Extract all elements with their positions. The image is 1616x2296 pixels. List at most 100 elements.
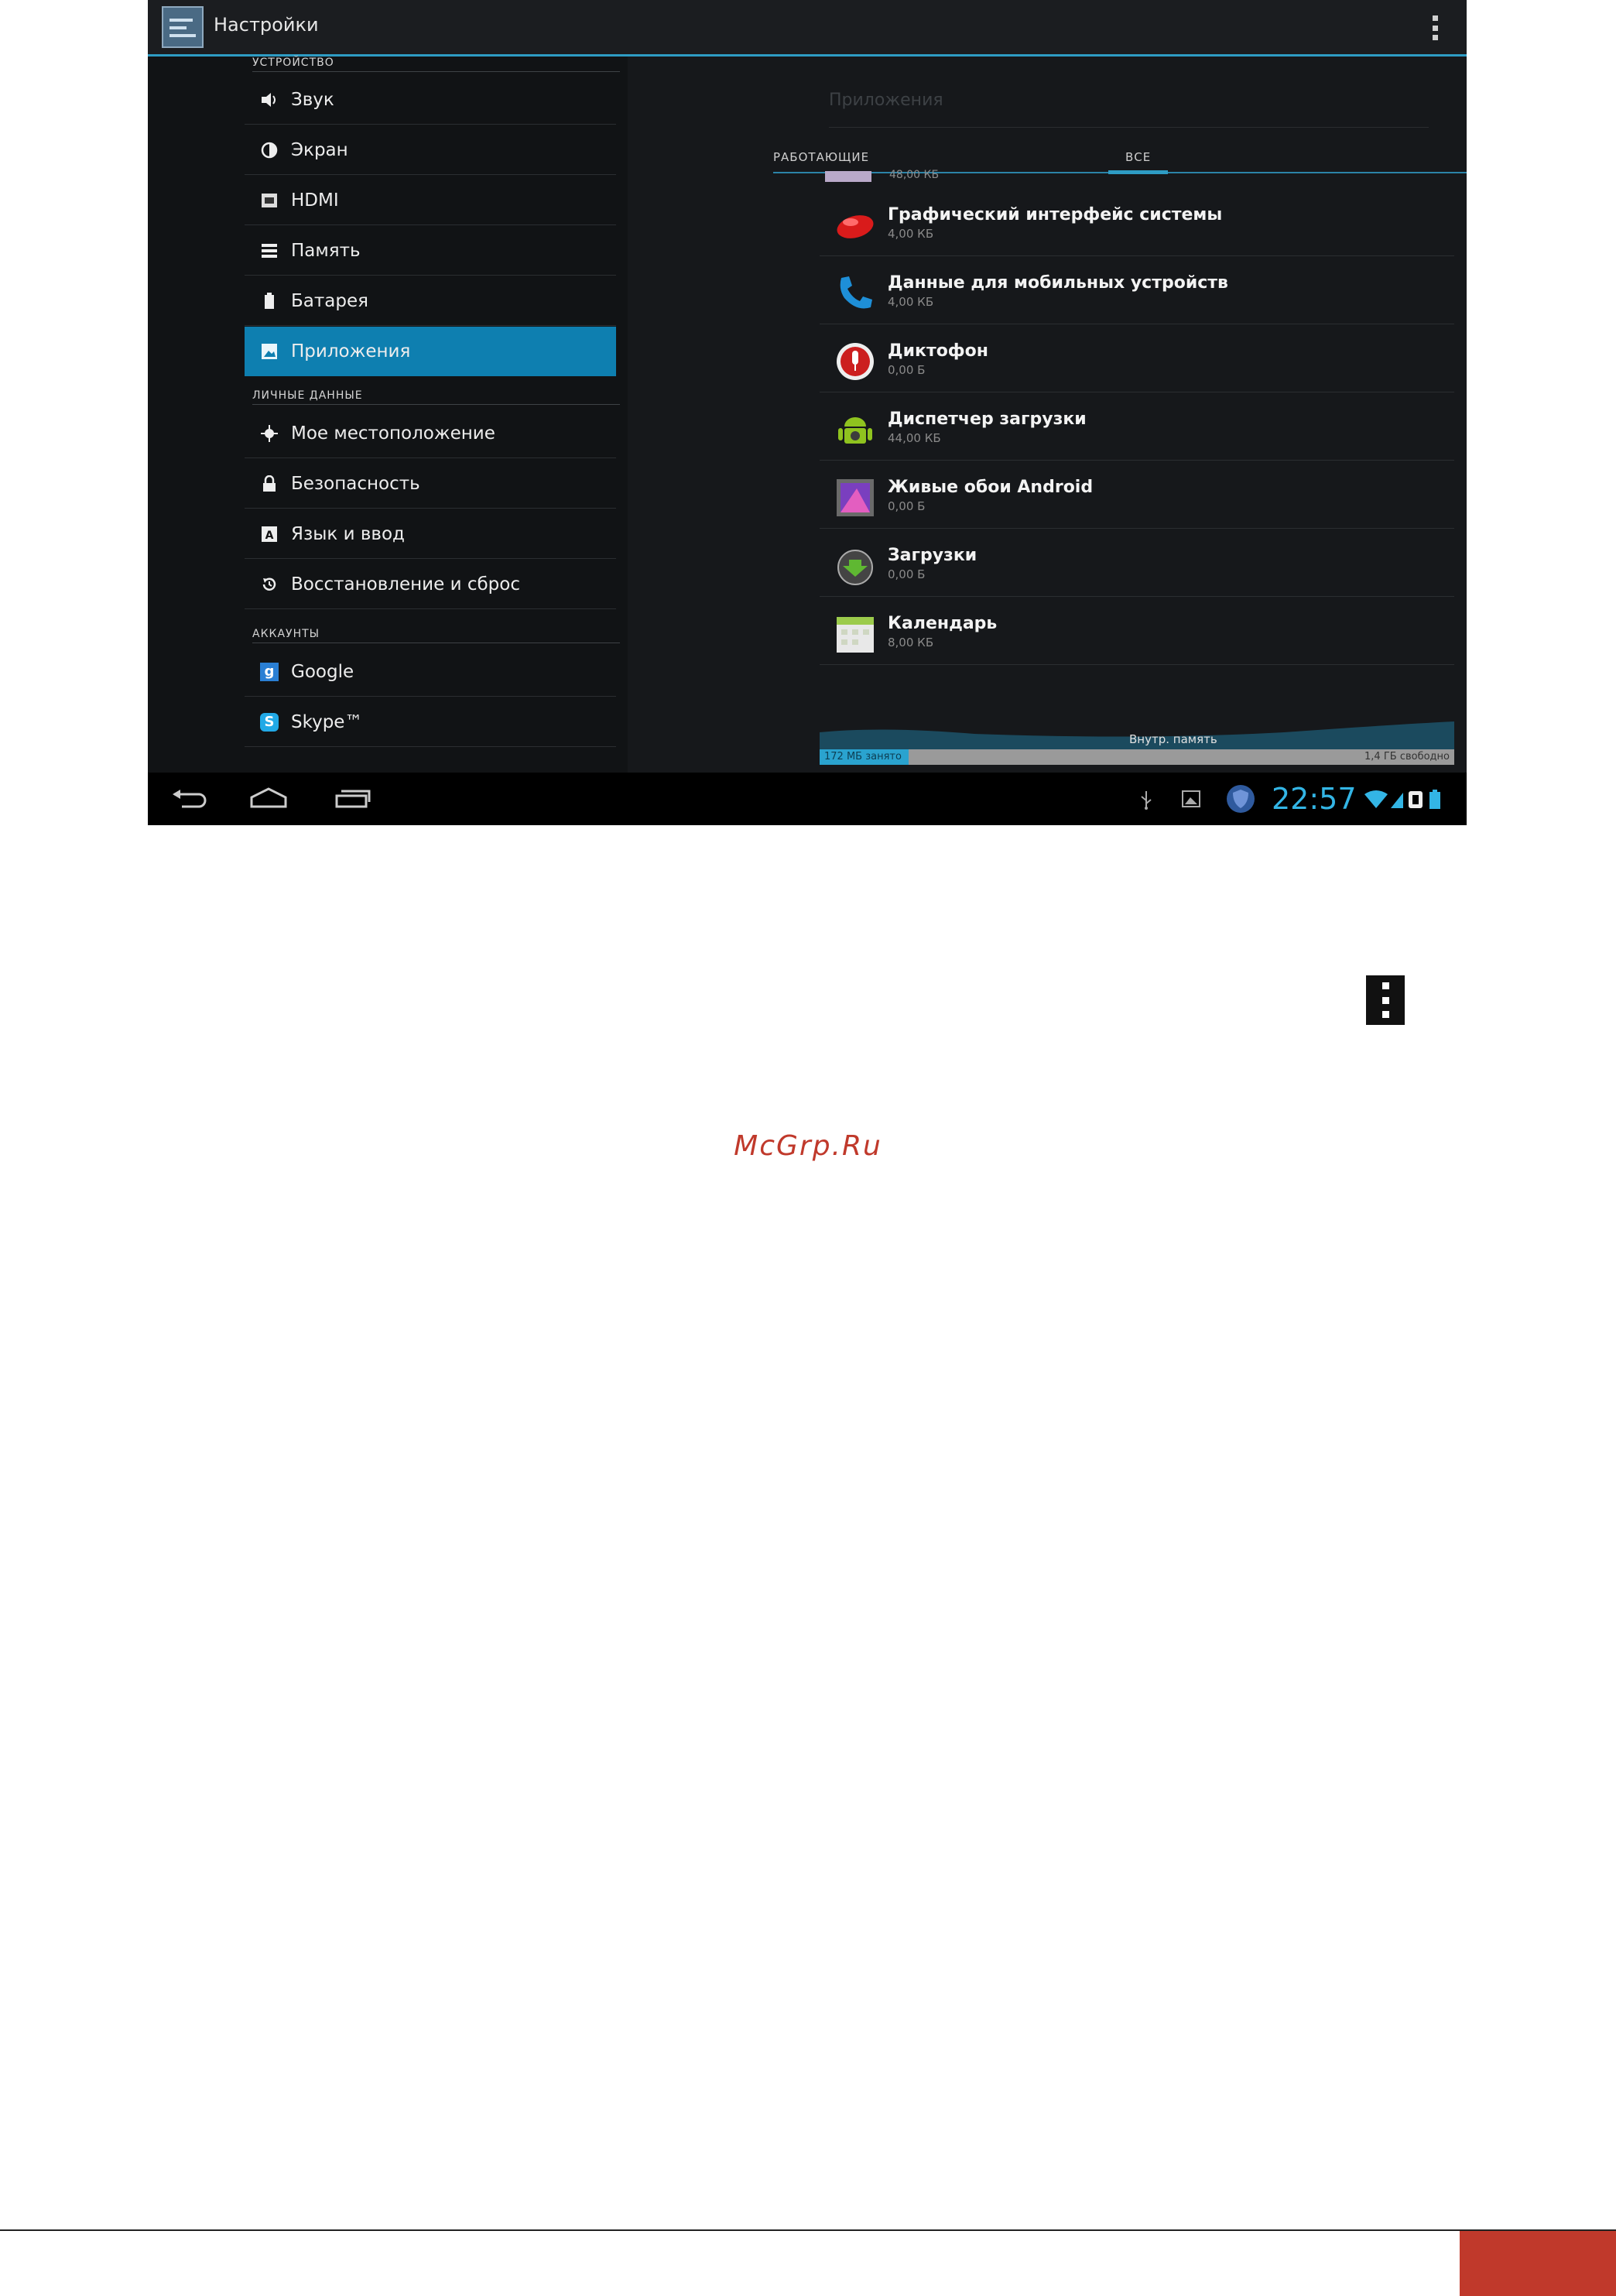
app-size: 4,00 КБ — [888, 227, 934, 241]
back-icon[interactable] — [171, 786, 208, 810]
shield-icon — [1227, 785, 1255, 813]
app-row-calendar[interactable]: Календарь 8,00 КБ — [820, 597, 1454, 665]
app-name: Диспетчер загрузки — [888, 410, 1087, 429]
storage-used-text: 172 МБ занято — [824, 751, 902, 762]
screenshot-icon — [1182, 790, 1200, 807]
hdmi-icon — [260, 191, 279, 210]
app-row-recorder[interactable]: Диктофон 0,00 Б — [820, 324, 1454, 392]
sidebar-item-label: Восстановление и сброс — [291, 574, 521, 595]
sidebar-item-reset[interactable]: Восстановление и сброс — [245, 560, 616, 609]
lock-icon — [260, 475, 279, 493]
sidebar-item-apps[interactable]: Приложения — [245, 327, 616, 376]
partial-app-size: 48,00 КБ — [889, 169, 940, 181]
app-size: 4,00 КБ — [888, 295, 934, 309]
panel-title: Приложения — [829, 91, 1429, 128]
system-ui-icon — [837, 215, 874, 238]
app-row-live-wallpaper[interactable]: Живые обои Android 0,00 Б — [820, 461, 1454, 529]
sidebar-item-google[interactable]: g Google — [245, 647, 616, 697]
restore-icon — [260, 575, 279, 594]
speaker-icon — [260, 91, 279, 109]
clock-text: 22:57 — [1272, 782, 1357, 816]
app-name: Живые обои Android — [888, 478, 1094, 497]
sidebar-item-location[interactable]: Мое местоположение — [245, 409, 616, 458]
location-icon — [260, 424, 279, 443]
tab-all[interactable]: ВСЕ — [1108, 150, 1169, 174]
apps-tabs: РАБОТАЮЩИЕ ВСЕ — [773, 144, 1467, 174]
app-row-downloads[interactable]: Загрузки 0,00 Б — [820, 529, 1454, 597]
sidebar-item-memory[interactable]: Память — [245, 226, 616, 276]
menu-key-icon — [1366, 975, 1405, 1025]
sidebar-item-language[interactable]: A Язык и ввод — [245, 509, 616, 559]
sidebar-item-label: Skype™ — [291, 712, 363, 732]
apps-panel: Приложения РАБОТАЮЩИЕ ВСЕ 48,00 КБ Графи… — [628, 57, 1467, 773]
footer-page-tab — [1460, 2231, 1616, 2296]
app-size: 0,00 Б — [888, 363, 926, 377]
battery-icon — [260, 292, 279, 310]
sidebar-item-label: Google — [291, 662, 354, 682]
sidebar-item-label: Мое местоположение — [291, 423, 495, 444]
watermark-text: McGrp.Ru — [734, 1130, 882, 1162]
settings-sidebar: УСТРОЙСТВО Звук Экран HDMI Память Батаре… — [148, 57, 628, 773]
android-icon — [838, 417, 872, 444]
sidebar-item-security[interactable]: Безопасность — [245, 459, 616, 509]
sidebar-item-display[interactable]: Экран — [245, 125, 616, 175]
partial-app-icon — [825, 171, 871, 182]
app-row-system-ui[interactable]: Графический интерфейс системы 4,00 КБ — [820, 188, 1454, 256]
sidebar-item-label: Приложения — [291, 341, 411, 362]
app-name: Данные для мобильных устройств — [888, 273, 1228, 293]
svg-text:A: A — [265, 529, 274, 542]
app-name: Диктофон — [888, 341, 988, 361]
tab-running[interactable]: РАБОТАЮЩИЕ — [773, 150, 869, 164]
system-nav-bar: 22:57 — [148, 773, 1467, 825]
sidebar-item-label: Экран — [291, 140, 348, 160]
sim-icon — [1409, 791, 1423, 808]
recent-apps-icon[interactable] — [334, 786, 372, 810]
wallpaper-icon — [837, 479, 874, 516]
action-bar: Настройки — [148, 0, 1467, 57]
app-title: Настройки — [214, 14, 319, 36]
sidebar-item-sound[interactable]: Звук — [245, 75, 616, 125]
app-name: Графический интерфейс системы — [888, 205, 1223, 224]
section-header-accounts: АККАУНТЫ — [252, 628, 620, 643]
brightness-icon — [260, 141, 279, 159]
tablet-screenshot: Настройки УСТРОЙСТВО Звук Экран HDMI Пам… — [148, 0, 1467, 825]
app-name: Загрузки — [888, 546, 977, 565]
calendar-icon — [837, 617, 874, 653]
app-size: 0,00 Б — [888, 567, 926, 581]
sidebar-item-label: Батарея — [291, 291, 368, 311]
sidebar-item-label: Память — [291, 241, 361, 261]
apps-icon — [260, 342, 279, 361]
usb-icon — [1141, 791, 1152, 810]
section-header-personal: ЛИЧНЫЕ ДАННЫЕ — [252, 389, 620, 405]
app-name: Календарь — [888, 614, 998, 633]
section-header-device: УСТРОЙСТВО — [252, 57, 620, 72]
google-icon: g — [260, 663, 279, 681]
keyboard-icon: A — [260, 525, 279, 543]
app-size: 44,00 КБ — [888, 431, 941, 445]
app-size: 0,00 Б — [888, 499, 926, 513]
sidebar-item-skype[interactable]: S Skype™ — [245, 697, 616, 747]
sidebar-item-hdmi[interactable]: HDMI — [245, 176, 616, 225]
sidebar-item-label: Звук — [291, 90, 334, 110]
app-row-mobile-data[interactable]: Данные для мобильных устройств 4,00 КБ — [820, 256, 1454, 324]
storage-icon — [260, 242, 279, 260]
settings-app-icon[interactable] — [162, 6, 204, 48]
sidebar-item-label: HDMI — [291, 190, 339, 211]
app-row-download-manager[interactable]: Диспетчер загрузки 44,00 КБ — [820, 392, 1454, 461]
footer-divider — [0, 2229, 1616, 2231]
storage-label: Внутр. память — [1129, 732, 1217, 746]
overflow-menu-icon[interactable] — [1431, 15, 1439, 40]
download-icon — [837, 550, 873, 585]
storage-free-text: 1,4 ГБ свободно — [1364, 751, 1450, 762]
wifi-icon — [1364, 790, 1388, 808]
sidebar-item-label: Безопасность — [291, 474, 420, 494]
sidebar-item-battery[interactable]: Батарея — [245, 276, 616, 326]
storage-meter: Внутр. память 172 МБ занято 1,4 ГБ свобо… — [820, 717, 1454, 765]
signal-icon — [1391, 793, 1403, 808]
sidebar-item-label: Язык и ввод — [291, 524, 405, 544]
home-icon[interactable] — [248, 786, 289, 810]
app-size: 8,00 КБ — [888, 636, 934, 649]
skype-icon: S — [260, 713, 279, 732]
battery-status-icon — [1429, 790, 1440, 809]
phone-icon — [840, 276, 872, 309]
